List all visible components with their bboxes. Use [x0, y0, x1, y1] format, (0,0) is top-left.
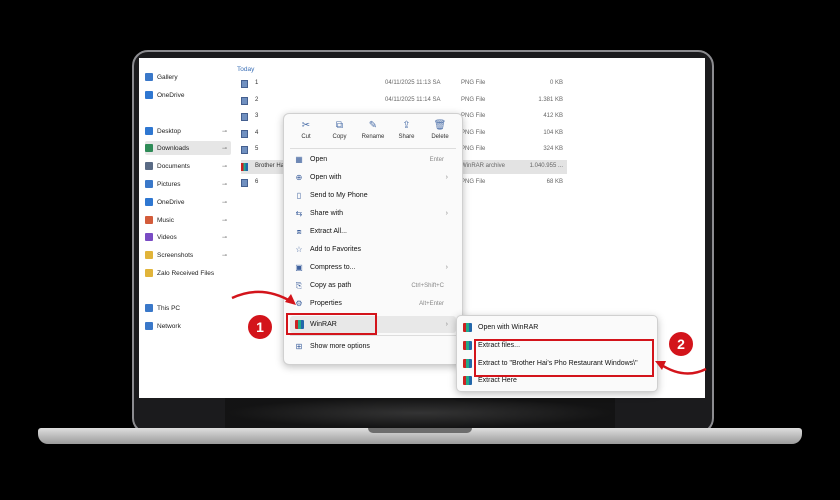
arrow-to-winrar: [231, 290, 293, 304]
annotation-arrows: [231, 290, 707, 375]
step-2-badge: 2: [667, 330, 695, 358]
arrow-to-extract: [659, 362, 707, 375]
step-1-badge: 1: [246, 313, 274, 341]
